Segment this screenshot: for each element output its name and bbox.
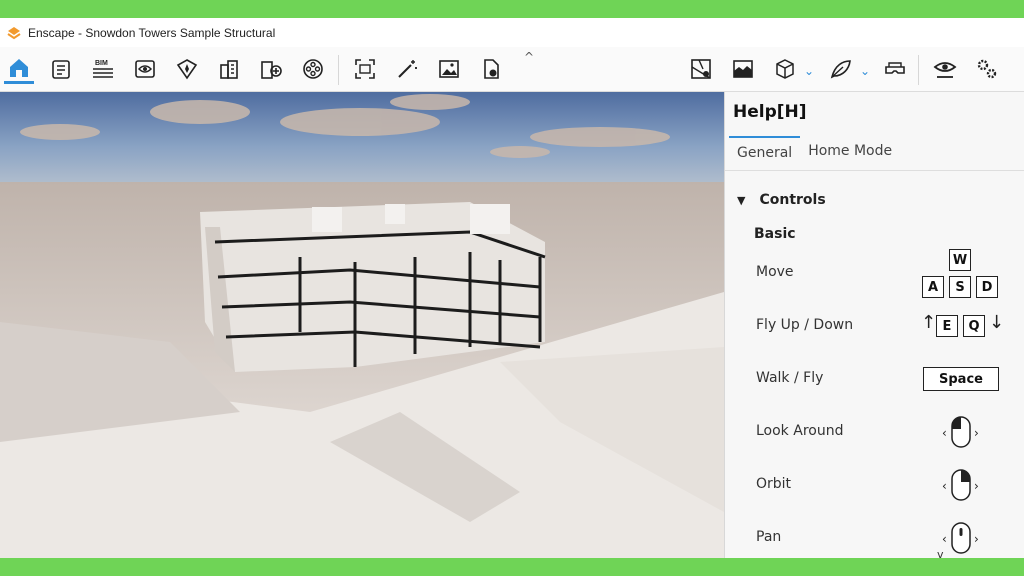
atmosphere-button[interactable] xyxy=(728,54,758,84)
svg-text:‹: ‹ xyxy=(942,426,947,440)
help-tabs: General Home Mode xyxy=(729,136,900,167)
tab-home-mode[interactable]: Home Mode xyxy=(800,136,900,167)
video-button[interactable] xyxy=(298,54,328,84)
leaf-icon xyxy=(830,60,851,79)
window-title: Enscape - Snowdon Towers Sample Structur… xyxy=(28,25,276,40)
home-icon xyxy=(10,58,28,77)
enscape-logo-icon xyxy=(7,26,21,39)
control-label-fly: Fly Up / Down xyxy=(756,317,854,333)
svg-text:›: › xyxy=(974,426,979,440)
visibility-button[interactable] xyxy=(930,54,960,84)
buildings-icon xyxy=(220,60,238,79)
site-icon xyxy=(176,59,198,80)
svg-text:‹: ‹ xyxy=(942,532,947,546)
svg-text:‹: ‹ xyxy=(942,479,947,493)
video-reel-icon xyxy=(303,59,323,79)
control-label-look-around: Look Around xyxy=(756,423,844,439)
help-title: Help[H] xyxy=(733,102,807,122)
arrow-down-icon: ↓ xyxy=(989,312,1005,333)
vr-button[interactable] xyxy=(880,54,910,84)
key-e: E xyxy=(936,315,958,337)
triangle-down-icon: ▼ xyxy=(737,193,746,207)
bim-button[interactable]: BIM xyxy=(88,54,118,84)
section-title: Controls xyxy=(759,192,826,208)
cube-button[interactable] xyxy=(770,54,800,84)
image-icon xyxy=(439,60,459,78)
image-button[interactable] xyxy=(434,54,464,84)
screenshot-icon xyxy=(355,59,375,79)
asset-library-button[interactable] xyxy=(256,54,286,84)
rendered-scene[interactable] xyxy=(0,92,724,558)
control-label-move: Move xyxy=(756,264,794,280)
leaf-button[interactable] xyxy=(826,54,856,84)
svg-text:›: › xyxy=(974,479,979,493)
controls-section-toggle[interactable]: ▼ Controls xyxy=(737,192,826,208)
view-button[interactable] xyxy=(130,54,160,84)
site-button[interactable] xyxy=(172,54,202,84)
control-label-orbit: Orbit xyxy=(756,476,792,492)
map-icon xyxy=(691,59,711,79)
cube-icon xyxy=(776,59,794,79)
buildings-button[interactable] xyxy=(214,54,244,84)
notes-button[interactable] xyxy=(46,54,76,84)
view-icon xyxy=(135,60,155,78)
control-label-walk-fly: Walk / Fly xyxy=(756,370,824,386)
magic-wand-button[interactable] xyxy=(392,54,422,84)
building-model xyxy=(200,202,546,372)
asset-library-icon xyxy=(261,61,282,79)
key-s: S xyxy=(949,276,971,298)
tabs-divider xyxy=(725,170,1024,171)
notes-icon xyxy=(52,60,70,79)
tab-general[interactable]: General xyxy=(729,136,801,167)
key-w: W xyxy=(949,249,971,271)
atmosphere-icon xyxy=(733,60,753,78)
title-bar: Enscape - Snowdon Towers Sample Structur… xyxy=(0,18,1024,47)
help-panel: Help[H] General Home Mode ▼ Controls Bas… xyxy=(724,92,1024,558)
key-q: Q xyxy=(963,315,985,337)
vr-headset-icon xyxy=(885,62,905,74)
svg-text:›: › xyxy=(974,532,979,546)
export-button[interactable] xyxy=(476,54,506,84)
collapse-toolbar-caret[interactable]: ^ xyxy=(524,50,534,64)
key-a: A xyxy=(922,276,944,298)
key-space: Space xyxy=(923,367,999,391)
enscape-window: Enscape - Snowdon Towers Sample Structur… xyxy=(0,18,1024,558)
more-controls-chevron-icon[interactable]: v xyxy=(937,548,944,558)
toolbar-separator xyxy=(918,55,919,85)
magic-wand-icon xyxy=(398,60,417,78)
render-viewport[interactable] xyxy=(0,92,724,558)
export-file-icon xyxy=(484,59,499,79)
settings-button[interactable] xyxy=(972,54,1002,84)
mouse-middle-button-icon: ‹ › xyxy=(942,522,979,554)
home-button[interactable] xyxy=(4,54,34,84)
settings-icon xyxy=(977,59,997,79)
leaf-dropdown-chevron-down-icon[interactable]: ⌄ xyxy=(860,64,870,78)
key-d: D xyxy=(976,276,998,298)
toolbar-separator xyxy=(338,55,339,85)
svg-text:BIM: BIM xyxy=(95,60,108,67)
toolbar: BIM ^ ⌄ ⌄ xyxy=(0,47,1024,92)
mouse-left-button-icon: ‹ › xyxy=(942,416,979,448)
bim-icon: BIM xyxy=(93,60,113,78)
subsection-title: Basic xyxy=(754,226,796,242)
eye-icon xyxy=(933,62,957,78)
cube-dropdown-chevron-down-icon[interactable]: ⌄ xyxy=(804,64,814,78)
screenshot-button[interactable] xyxy=(350,54,380,84)
arrow-up-icon: ↑ xyxy=(921,312,937,333)
mouse-right-button-icon: ‹ › xyxy=(942,469,979,501)
map-button[interactable] xyxy=(686,54,716,84)
control-label-pan: Pan xyxy=(756,529,782,545)
